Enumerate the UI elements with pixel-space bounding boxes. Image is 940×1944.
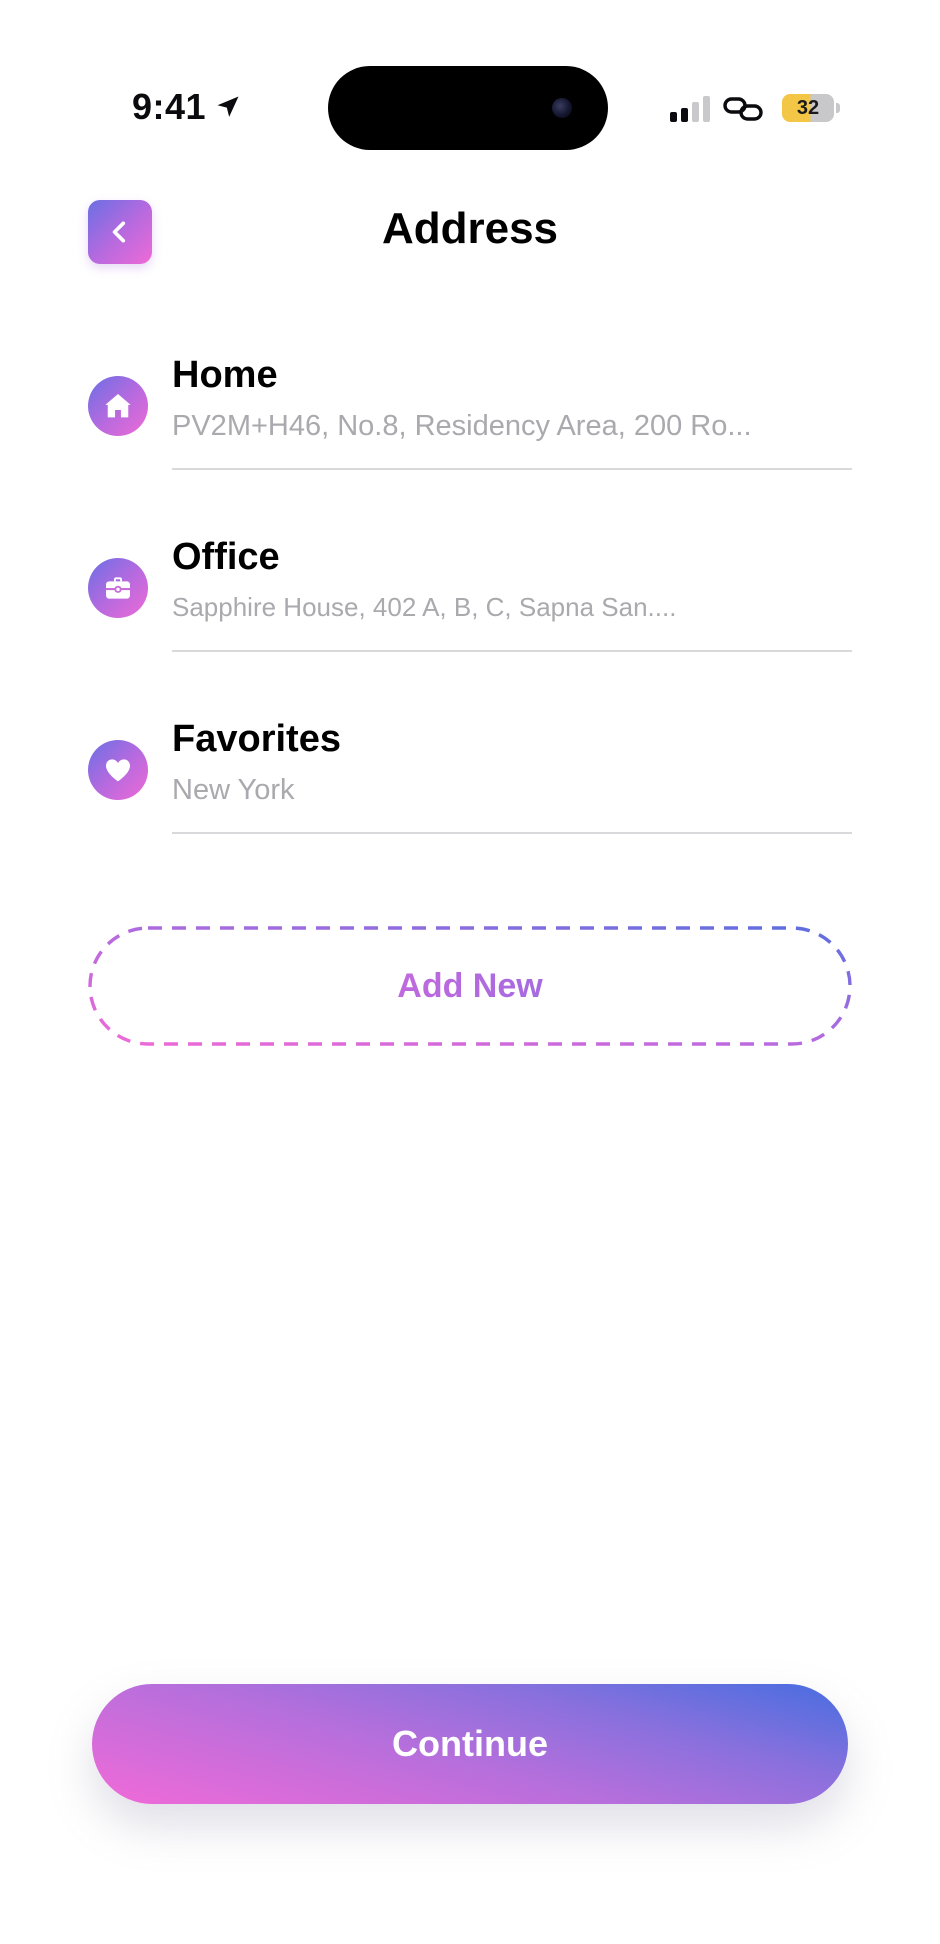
- heart-icon: [106, 759, 130, 782]
- address-text-favorites: Favorites New York: [172, 716, 852, 834]
- address-icon-home: [88, 376, 148, 436]
- status-bar: 9:41 32: [0, 0, 940, 150]
- battery-nub: [836, 103, 840, 113]
- status-time-text: 9:41: [132, 86, 207, 127]
- address-line: PV2M+H46, No.8, Residency Area, 200 Ro..…: [172, 410, 752, 442]
- address-item-office[interactable]: Office Sapphire House, 402 A, B, C, Sapn…: [88, 534, 852, 716]
- address-item-home[interactable]: Home PV2M+H46, No.8, Residency Area, 200…: [88, 352, 852, 534]
- address-text-office: Office Sapphire House, 402 A, B, C, Sapn…: [172, 534, 852, 652]
- link-icon: [723, 97, 763, 121]
- back-button[interactable]: [88, 200, 152, 264]
- chevron-left-icon: [112, 221, 126, 243]
- dynamic-island: [328, 66, 608, 150]
- address-icon-office: [88, 558, 148, 618]
- address-item-favorites[interactable]: Favorites New York: [88, 716, 852, 898]
- status-time: 9:41: [132, 86, 242, 128]
- address-text-home: Home PV2M+H46, No.8, Residency Area, 200…: [172, 352, 852, 470]
- battery-level: 32: [796, 96, 820, 119]
- continue-button[interactable]: Continue: [92, 1684, 848, 1804]
- briefcase-icon: [106, 577, 130, 599]
- add-new-button[interactable]: Add New: [88, 926, 852, 1046]
- address-icon-favorites: [88, 740, 148, 800]
- address-line: Sapphire House, 402 A, B, C, Sapna San..…: [172, 592, 677, 622]
- address-list: Home PV2M+H46, No.8, Residency Area, 200…: [88, 352, 852, 898]
- address-name: Favorites: [172, 718, 341, 760]
- address-line: New York: [172, 774, 295, 806]
- address-name: Office: [172, 536, 280, 578]
- location-arrow-icon: [217, 96, 239, 117]
- camera-icon: [552, 98, 572, 118]
- signal-icon: [670, 96, 710, 122]
- battery-icon: 32: [782, 94, 834, 122]
- home-icon: [105, 394, 131, 418]
- add-new-label: Add New: [88, 926, 852, 1046]
- address-name: Home: [172, 354, 278, 396]
